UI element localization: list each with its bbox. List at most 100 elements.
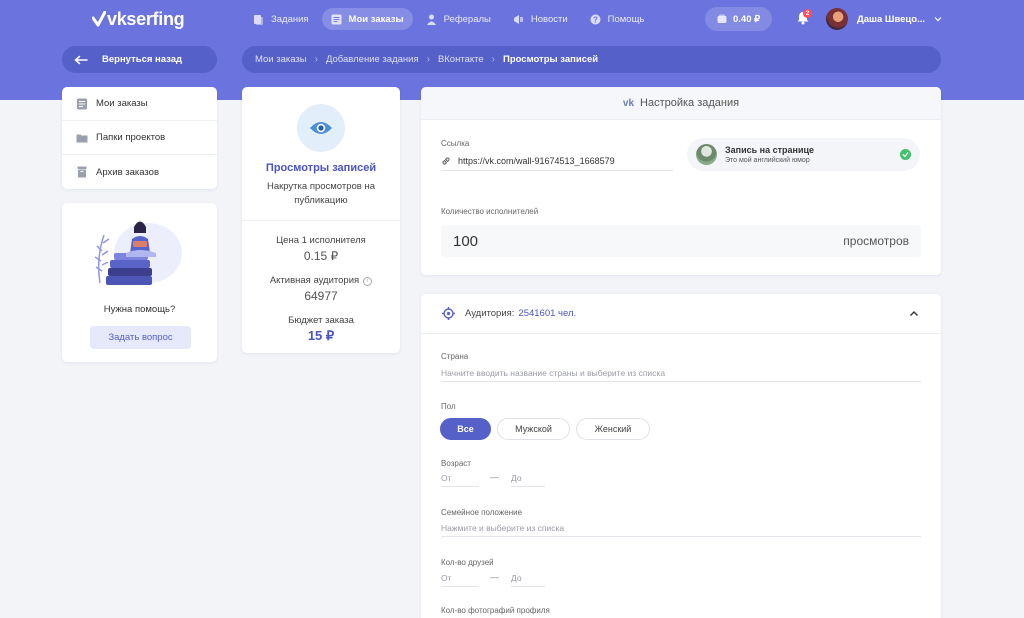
- quantity-label: Количество исполнителей: [441, 207, 539, 216]
- friends-label: Кол-во друзей: [441, 558, 494, 567]
- audience-label: Аудитория:: [465, 308, 515, 319]
- balance-value: 0.40 ₽: [733, 13, 761, 25]
- brand-name: vkserfing: [107, 8, 185, 29]
- folder-icon: [76, 134, 88, 142]
- gender-option-all[interactable]: Все: [440, 418, 491, 440]
- nav-item-news[interactable]: Новости: [504, 8, 577, 30]
- chevron-down-icon: [934, 17, 942, 22]
- breadcrumb-item[interactable]: Добавление задания: [326, 54, 419, 65]
- friends-from-input[interactable]: От: [441, 569, 479, 587]
- gender-option-male[interactable]: Мужской: [497, 418, 570, 440]
- check-icon: [900, 149, 911, 160]
- top-navigation: vkserfing Задания Мои заказы Рефералы Но…: [0, 0, 1024, 38]
- audience-label-row: Активная аудитория i: [242, 275, 400, 286]
- country-label: Страна: [441, 352, 469, 361]
- archive-icon: [77, 166, 87, 178]
- nav-label: Мои заказы: [348, 13, 404, 25]
- nav-item-my-orders[interactable]: Мои заказы: [321, 8, 413, 30]
- marital-select[interactable]: Нажмите и выберите из списка: [441, 519, 921, 537]
- breadcrumb-item[interactable]: Мои заказы: [255, 54, 307, 65]
- quantity-unit: просмотров: [843, 234, 909, 248]
- friends-to-input[interactable]: До: [511, 569, 545, 587]
- link-label: Ссылка: [441, 139, 470, 148]
- logo-check-icon: [92, 11, 106, 27]
- back-button[interactable]: Вернуться назад: [62, 46, 217, 73]
- quantity-value: 100: [453, 232, 479, 250]
- sidebar-item-label: Архив заказов: [96, 166, 160, 178]
- ask-question-button[interactable]: Задать вопрос: [90, 326, 191, 349]
- target-icon: [442, 307, 455, 320]
- nav-label: Новости: [530, 13, 568, 25]
- user-menu[interactable]: Даша Швецо...: [826, 8, 942, 30]
- help-icon: ?: [590, 14, 601, 24]
- notification-count-badge: 2: [803, 9, 812, 18]
- range-dash: —: [490, 472, 499, 482]
- sidebar-item-project-folders[interactable]: Папки проектов: [62, 121, 217, 155]
- budget-label: Бюджет заказа: [288, 315, 354, 326]
- nav-label: Рефералы: [443, 13, 491, 25]
- breadcrumb-item[interactable]: ВКонтакте: [438, 54, 484, 65]
- price-label: Цена 1 исполнителя: [276, 235, 366, 246]
- sidebar-item-label: Мои заказы: [96, 98, 148, 109]
- sidebar-item-archive[interactable]: Архив заказов: [62, 155, 217, 189]
- breadcrumb: Мои заказы › Добавление задания › ВКонта…: [242, 46, 941, 73]
- nav-item-tasks[interactable]: Задания: [244, 8, 318, 30]
- orders-icon: [331, 14, 342, 24]
- audience-header[interactable]: Аудитория: 2541601 чел.: [421, 294, 941, 334]
- gender-label: Пол: [441, 402, 456, 411]
- country-input[interactable]: Начните вводить название страны и выбери…: [441, 364, 921, 382]
- age-to-input[interactable]: До: [511, 469, 545, 487]
- news-icon: [513, 14, 523, 24]
- referrals-icon: [426, 14, 436, 25]
- quantity-input[interactable]: 100 просмотров: [441, 225, 921, 257]
- breadcrumb-current: Просмотры записей: [503, 54, 599, 65]
- post-preview[interactable]: Запись на странице Это мой английский юм…: [687, 138, 920, 171]
- arrow-left-icon: [74, 55, 88, 64]
- nav-item-help[interactable]: ? Помощь: [581, 8, 654, 30]
- budget-value: 15 ₽: [307, 328, 335, 343]
- price-value: 0.15 ₽: [303, 249, 339, 263]
- divider: [242, 220, 400, 221]
- eye-icon: [310, 122, 332, 134]
- nav-label: Помощь: [607, 13, 645, 25]
- list-icon: [77, 98, 87, 109]
- active-audience-value: 64977: [304, 289, 338, 303]
- chevron-right-icon: ›: [426, 54, 430, 65]
- task-settings-card: vk Настройка задания Ссылка https://vk.c…: [421, 87, 941, 275]
- audience-card: Аудитория: 2541601 чел. Страна Начните в…: [421, 294, 941, 618]
- age-label: Возраст: [441, 459, 471, 468]
- age-from-input[interactable]: От: [441, 469, 479, 487]
- wallet-icon: [717, 14, 727, 23]
- chevron-right-icon: ›: [314, 54, 318, 65]
- info-icon[interactable]: i: [363, 276, 373, 286]
- nav-label: Задания: [271, 13, 309, 25]
- svg-text:?: ?: [593, 15, 598, 24]
- back-label: Вернуться назад: [102, 54, 183, 65]
- link-field[interactable]: https://vk.com/wall-91674513_1668579: [441, 151, 673, 171]
- avatar: [826, 8, 848, 30]
- marital-label: Семейное положение: [441, 508, 523, 517]
- gender-option-female[interactable]: Женский: [576, 418, 650, 440]
- user-name: Даша Швецо...: [857, 13, 925, 25]
- range-dash: —: [490, 572, 499, 582]
- tasks-icon: [254, 14, 263, 25]
- link-value: https://vk.com/wall-91674513_1668579: [458, 155, 615, 166]
- reading-girl-illustration: [94, 221, 182, 285]
- help-title: Нужна помощь?: [103, 304, 176, 315]
- sidebar-item-my-orders[interactable]: Мои заказы: [62, 87, 217, 121]
- photos-label: Кол-во фотографий профиля: [441, 606, 550, 615]
- sidebar-item-label: Папки проектов: [96, 132, 166, 143]
- post-title: Запись на странице: [725, 145, 815, 155]
- sidebar-menu: Мои заказы Папки проектов Архив заказов: [62, 87, 217, 189]
- task-type-badge: [297, 104, 345, 152]
- post-thumbnail: [696, 144, 717, 165]
- settings-title: Настройка задания: [640, 97, 740, 109]
- vk-icon: vk: [622, 97, 635, 109]
- logo[interactable]: vkserfing: [92, 8, 185, 30]
- chevron-right-icon: ›: [491, 54, 495, 65]
- balance-badge[interactable]: 0.40 ₽: [705, 7, 773, 31]
- nav-item-referrals[interactable]: Рефералы: [417, 8, 500, 30]
- link-icon: [442, 156, 450, 165]
- help-card: Нужна помощь? Задать вопрос: [62, 203, 217, 362]
- chevron-up-icon[interactable]: [909, 309, 919, 319]
